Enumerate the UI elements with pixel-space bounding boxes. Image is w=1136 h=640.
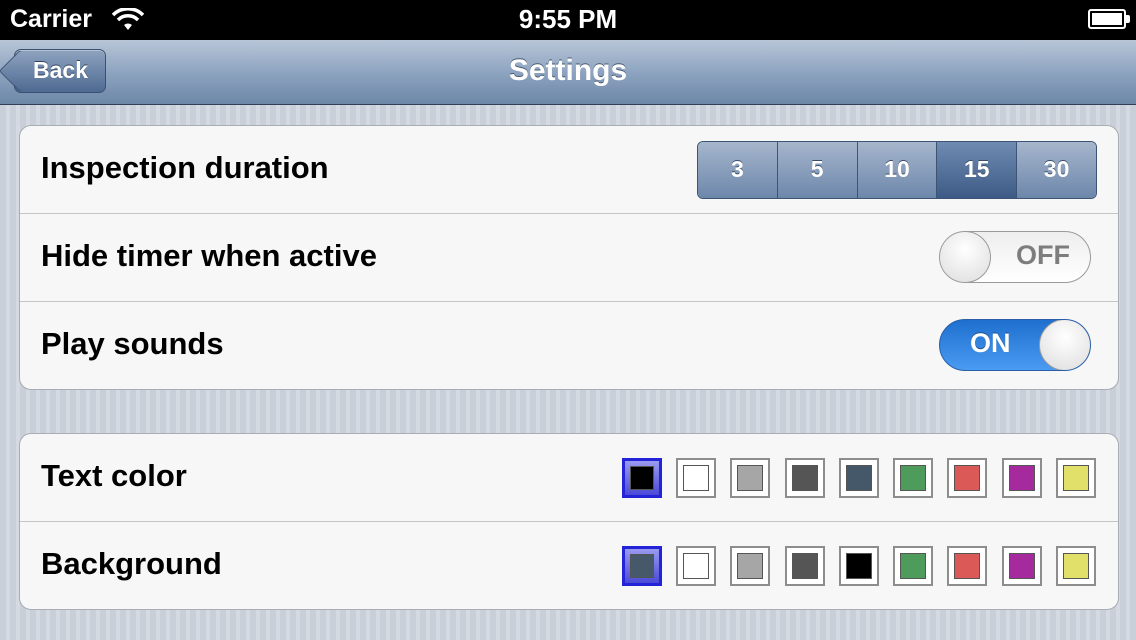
switch-knob[interactable]: [1039, 320, 1090, 370]
text-color-swatch[interactable]: [621, 458, 662, 498]
swatch-color-fill: [954, 553, 981, 579]
segment-3[interactable]: 3: [698, 142, 778, 198]
swatch-color-fill: [1008, 465, 1035, 491]
swatch-color-fill: [954, 465, 981, 491]
text-color-label: Text color: [41, 458, 187, 493]
text-color-swatches: [621, 458, 1096, 498]
inspection-duration-segmented-control[interactable]: 3 5 10 15 30: [697, 141, 1097, 199]
segment-15[interactable]: 15: [937, 142, 1018, 198]
battery-icon: [1088, 9, 1130, 29]
swatch-color-fill: [791, 465, 818, 491]
row-background: Background: [20, 522, 1118, 609]
background-color-swatch[interactable]: [730, 546, 771, 586]
text-color-swatch[interactable]: [947, 458, 988, 498]
row-inspection-duration: Inspection duration 3 5 10 15 30: [20, 126, 1118, 214]
status-bar: Carrier 9:55 PM: [0, 0, 1136, 40]
swatch-color-fill: [900, 465, 927, 491]
play-sounds-label: Play sounds: [41, 326, 224, 361]
text-color-swatch[interactable]: [1056, 458, 1096, 498]
segment-5[interactable]: 5: [777, 142, 858, 198]
background-label: Background: [41, 546, 222, 581]
hide-timer-switch[interactable]: OFF: [939, 231, 1091, 283]
segment-10[interactable]: 10: [857, 142, 938, 198]
hide-timer-switch-state: OFF: [1016, 240, 1070, 270]
swatch-color-fill: [1063, 465, 1089, 491]
background-color-swatch[interactable]: [784, 546, 825, 586]
background-color-swatches: [621, 546, 1096, 586]
play-sounds-switch[interactable]: ON: [939, 319, 1091, 371]
swatch-color-fill: [791, 553, 818, 579]
page-title: Settings: [508, 54, 628, 87]
text-color-swatch[interactable]: [893, 458, 934, 498]
background-color-swatch[interactable]: [1056, 546, 1096, 586]
swatch-color-fill: [682, 553, 709, 579]
background-color-swatch[interactable]: [621, 546, 662, 586]
swatch-color-fill: [629, 466, 654, 490]
swatch-color-fill: [1063, 553, 1089, 579]
settings-group-timer: Inspection duration 3 5 10 15 30 Hide timer …: [19, 125, 1119, 390]
swatch-color-fill: [845, 553, 872, 579]
text-color-swatch[interactable]: [784, 458, 825, 498]
swatch-color-fill: [629, 554, 654, 578]
row-play-sounds: Play sounds ON: [20, 302, 1118, 389]
background-color-swatch[interactable]: [675, 546, 716, 586]
swatch-color-fill: [737, 553, 764, 579]
settings-table[interactable]: Inspection duration 3 5 10 15 30 Hide timer …: [0, 105, 1136, 640]
segment-30[interactable]: 30: [1017, 142, 1096, 198]
hide-timer-label: Hide timer when active: [41, 238, 377, 273]
text-color-swatch[interactable]: [838, 458, 879, 498]
swatch-color-fill: [900, 553, 927, 579]
swatch-color-fill: [682, 465, 709, 491]
background-color-swatch[interactable]: [838, 546, 879, 586]
play-sounds-switch-state: ON: [970, 328, 1011, 358]
swatch-color-fill: [737, 465, 764, 491]
background-color-swatch[interactable]: [893, 546, 934, 586]
swatch-color-fill: [845, 465, 872, 491]
text-color-swatch[interactable]: [675, 458, 716, 498]
text-color-swatch[interactable]: [1001, 458, 1042, 498]
row-text-color: Text color: [20, 434, 1118, 522]
text-color-swatch[interactable]: [730, 458, 771, 498]
row-hide-timer: Hide timer when active OFF: [20, 214, 1118, 302]
navigation-bar: Back Settings: [0, 40, 1136, 105]
status-time: 9:55 PM: [518, 4, 618, 34]
background-color-swatch[interactable]: [1001, 546, 1042, 586]
background-color-swatch[interactable]: [947, 546, 988, 586]
swatch-color-fill: [1008, 553, 1035, 579]
switch-knob[interactable]: [940, 232, 991, 282]
settings-group-colors: Text color Background: [19, 433, 1119, 610]
inspection-duration-label: Inspection duration: [41, 150, 329, 185]
